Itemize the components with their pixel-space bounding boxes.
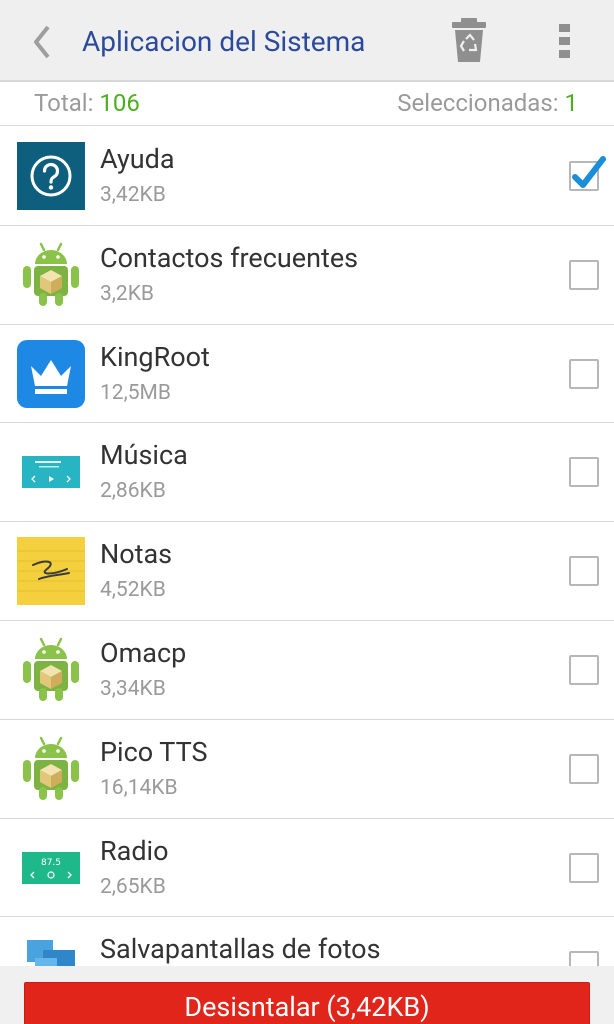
recycle-bin-icon bbox=[452, 18, 486, 62]
app-checkbox[interactable] bbox=[569, 852, 599, 883]
app-name: KingRoot bbox=[100, 340, 210, 373]
app-size: 4,52KB bbox=[100, 578, 166, 603]
app-checkbox[interactable] bbox=[569, 753, 599, 784]
app-checkbox[interactable] bbox=[569, 358, 599, 389]
list-item[interactable]: Pico TTS 16,14KB bbox=[0, 720, 614, 819]
app-name: Música bbox=[100, 439, 188, 472]
overflow-menu-button[interactable] bbox=[550, 18, 580, 64]
uninstall-button[interactable]: Desisntalar (3,42KB) bbox=[24, 982, 590, 1024]
app-name: Radio bbox=[100, 834, 169, 867]
list-item[interactable]: Omacp 3,34KB bbox=[0, 621, 614, 720]
total-label: Total: bbox=[34, 89, 94, 117]
app-checkbox[interactable] bbox=[569, 457, 599, 488]
help-icon bbox=[17, 142, 85, 210]
summary-bar: Total: 106 Seleccionadas: 1 bbox=[0, 84, 614, 126]
checkmark-icon bbox=[572, 156, 606, 188]
chevron-left-icon bbox=[34, 25, 50, 59]
app-checkbox[interactable] bbox=[569, 259, 599, 290]
recycle-bin-button[interactable] bbox=[447, 16, 491, 66]
selected-value: 1 bbox=[564, 89, 579, 117]
app-size: 16,14KB bbox=[100, 775, 178, 800]
selected-label: Seleccionadas: bbox=[397, 89, 559, 117]
app-checkbox[interactable] bbox=[569, 156, 606, 191]
overflow-menu-icon bbox=[559, 24, 570, 58]
android-icon bbox=[23, 637, 79, 701]
action-bar: Aplicacion del Sistema bbox=[0, 0, 614, 82]
app-name: Pico TTS bbox=[100, 735, 208, 768]
page-title: Aplicacion del Sistema bbox=[82, 25, 366, 58]
list-item[interactable]: Notas 4,52KB bbox=[0, 522, 614, 621]
app-name: Notas bbox=[100, 538, 173, 571]
app-screen: Aplicacion del Sistema Total: 106 Selecc… bbox=[0, 0, 614, 1024]
app-list: Ayuda 3,42KB Contactos frecuentes 3,2KB … bbox=[0, 127, 614, 967]
app-checkbox[interactable] bbox=[569, 556, 599, 587]
total-value: 106 bbox=[99, 89, 140, 117]
notes-icon bbox=[17, 537, 85, 606]
app-size: 3,42KB bbox=[100, 183, 166, 207]
kingroot-crown-icon bbox=[17, 339, 85, 408]
app-size: 2,65KB bbox=[100, 874, 166, 899]
list-item[interactable]: Contactos frecuentes 3,2KB bbox=[0, 226, 614, 325]
list-item[interactable]: Salvapantallas de fotos bbox=[0, 917, 614, 967]
radio-frequency-text: 87.5 bbox=[41, 858, 61, 868]
selected-count: Seleccionadas: 1 bbox=[397, 89, 578, 117]
app-name: Ayuda bbox=[100, 143, 175, 175]
app-size: 3,34KB bbox=[100, 676, 166, 701]
app-size: 2,86KB bbox=[100, 479, 166, 504]
bottom-bar: Desisntalar (3,42KB) bbox=[0, 966, 614, 1024]
app-name: Omacp bbox=[100, 636, 187, 669]
total-count: Total: 106 bbox=[34, 89, 140, 117]
list-item[interactable]: KingRoot 12,5MB bbox=[0, 325, 614, 424]
app-name: Contactos frecuentes bbox=[100, 241, 359, 274]
radio-widget-icon: 87.5 bbox=[22, 851, 80, 884]
app-name: Salvapantallas de fotos bbox=[100, 933, 381, 966]
photo-screensaver-icon bbox=[27, 940, 75, 967]
android-icon bbox=[23, 242, 79, 306]
list-item[interactable]: 87.5 Radio 2,65KB bbox=[0, 819, 614, 918]
list-item[interactable]: Música 2,86KB bbox=[0, 423, 614, 523]
list-item[interactable]: Ayuda 3,42KB bbox=[0, 127, 614, 226]
android-icon bbox=[23, 736, 79, 800]
back-button[interactable] bbox=[22, 20, 62, 64]
music-widget-icon bbox=[22, 456, 80, 489]
app-size: 12,5MB bbox=[100, 380, 171, 405]
app-checkbox[interactable] bbox=[569, 951, 599, 967]
app-checkbox[interactable] bbox=[569, 654, 599, 685]
app-size: 3,2KB bbox=[100, 281, 154, 306]
